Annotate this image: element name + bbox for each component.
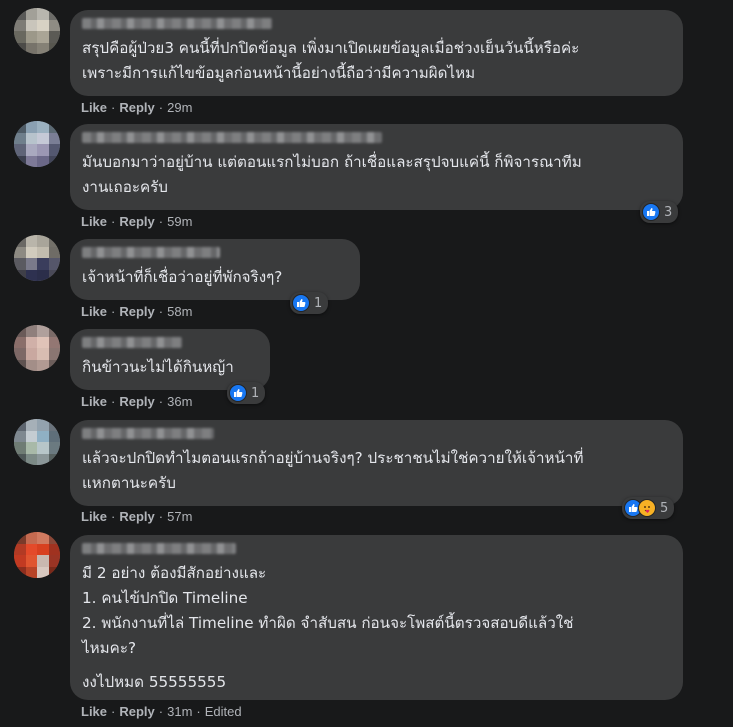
reaction-summary[interactable]: 5 xyxy=(622,497,675,519)
comment-actions: Like · Reply · 36m xyxy=(81,394,192,409)
author-name-blurred[interactable] xyxy=(82,132,382,143)
comment-bubble: สรุปคือผู้ป่วย3 คนนี้ที่ปกปิดข้อมูล เพิ่… xyxy=(70,10,683,96)
reply-button[interactable]: Reply xyxy=(119,214,154,229)
comment-text: กินข้าวนะไม่ได้กินหญ้า xyxy=(82,358,234,376)
reaction-count: 3 xyxy=(664,204,673,220)
timestamp[interactable]: 57m xyxy=(167,509,192,524)
like-button[interactable]: Like xyxy=(81,394,107,409)
like-reaction-icon xyxy=(642,203,660,221)
author-name-blurred[interactable] xyxy=(82,428,214,439)
separator: · xyxy=(111,704,116,719)
comment-bubble: แล้วจะปกปิดทำไมตอนแรกถ้าอยู่บ้านจริงๆ? ป… xyxy=(70,420,683,506)
reaction-count: 1 xyxy=(314,295,323,311)
timestamp[interactable]: 31m xyxy=(167,704,192,719)
comment-actions: Like · Reply · 31m · Edited xyxy=(81,704,242,719)
separator: · xyxy=(111,100,116,115)
reaction-summary[interactable]: 1 xyxy=(227,382,266,404)
author-name-blurred[interactable] xyxy=(82,18,272,29)
comment-actions: Like · Reply · 58m xyxy=(81,304,192,319)
comment-bubble: มี 2 อย่าง ต้องมีสักอย่างและ 1. คนไข้ปกป… xyxy=(70,535,683,700)
timestamp[interactable]: 59m xyxy=(167,214,192,229)
separator: · xyxy=(158,214,164,229)
timestamp[interactable]: 29m xyxy=(167,100,192,115)
separator: · xyxy=(111,214,116,229)
care-reaction-icon xyxy=(638,499,656,517)
like-button[interactable]: Like xyxy=(81,304,107,319)
separator: · xyxy=(158,704,164,719)
comment-text: แล้วจะปกปิดทำไมตอนแรกถ้าอยู่บ้านจริงๆ? ป… xyxy=(82,449,584,492)
avatar[interactable] xyxy=(14,8,60,54)
author-name-blurred[interactable] xyxy=(82,247,220,258)
reaction-count: 1 xyxy=(251,385,260,401)
reaction-summary[interactable]: 1 xyxy=(290,292,329,314)
edited-label[interactable]: Edited xyxy=(205,704,242,719)
reply-button[interactable]: Reply xyxy=(119,394,154,409)
comment-text: มี 2 อย่าง ต้องมีสักอย่างและ 1. คนไข้ปกป… xyxy=(82,564,574,657)
comment-actions: Like · Reply · 59m xyxy=(81,214,192,229)
separator: · xyxy=(111,509,116,524)
like-reaction-icon xyxy=(292,294,310,312)
separator: · xyxy=(158,394,164,409)
reply-button[interactable]: Reply xyxy=(119,509,154,524)
comment-actions: Like · Reply · 29m xyxy=(81,100,192,115)
separator: · xyxy=(196,704,201,719)
comment-actions: Like · Reply · 57m xyxy=(81,509,192,524)
like-button[interactable]: Like xyxy=(81,100,107,115)
separator: · xyxy=(158,304,164,319)
separator: · xyxy=(111,304,116,319)
reply-button[interactable]: Reply xyxy=(119,100,154,115)
comment-bubble: เจ้าหน้าที่ก็เชื่อว่าอยู่ที่พักจริงๆ? xyxy=(70,239,360,300)
separator: · xyxy=(158,100,164,115)
comment-bubble: กินข้าวนะไม่ได้กินหญ้า xyxy=(70,329,270,390)
reaction-summary[interactable]: 3 xyxy=(640,201,679,223)
separator: · xyxy=(111,394,116,409)
avatar[interactable] xyxy=(14,532,60,578)
comment-text-paragraph-2: งงไปหมด 55555555 xyxy=(82,673,227,691)
author-name-blurred[interactable] xyxy=(82,337,182,348)
timestamp[interactable]: 58m xyxy=(167,304,192,319)
reply-button[interactable]: Reply xyxy=(119,704,154,719)
reply-button[interactable]: Reply xyxy=(119,304,154,319)
comment-text: มันบอกมาว่าอยู่บ้าน แต่ตอนแรกไม่บอก ถ้าเ… xyxy=(82,153,582,196)
comment-text: เจ้าหน้าที่ก็เชื่อว่าอยู่ที่พักจริงๆ? xyxy=(82,268,283,286)
comment-text: สรุปคือผู้ป่วย3 คนนี้ที่ปกปิดข้อมูล เพิ่… xyxy=(82,39,580,82)
author-name-blurred[interactable] xyxy=(82,543,236,554)
avatar[interactable] xyxy=(14,325,60,371)
avatar[interactable] xyxy=(14,235,60,281)
like-button[interactable]: Like xyxy=(81,509,107,524)
timestamp[interactable]: 36m xyxy=(167,394,192,409)
like-button[interactable]: Like xyxy=(81,704,107,719)
like-reaction-icon xyxy=(229,384,247,402)
like-button[interactable]: Like xyxy=(81,214,107,229)
reaction-count: 5 xyxy=(660,500,669,516)
avatar[interactable] xyxy=(14,419,60,465)
separator: · xyxy=(158,509,164,524)
comment-bubble: มันบอกมาว่าอยู่บ้าน แต่ตอนแรกไม่บอก ถ้าเ… xyxy=(70,124,683,210)
avatar[interactable] xyxy=(14,121,60,167)
